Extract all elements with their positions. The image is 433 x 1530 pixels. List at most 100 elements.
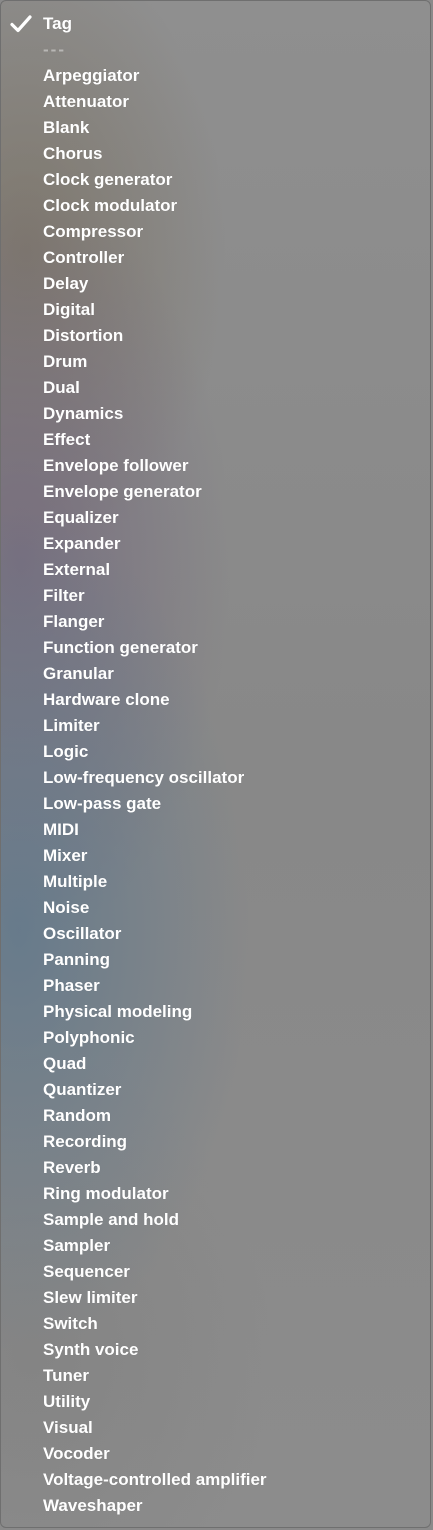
menu-item[interactable]: Utility — [1, 1389, 430, 1415]
menu-item-label: Compressor — [43, 222, 144, 241]
menu-item-label: Low-pass gate — [43, 794, 162, 813]
tag-dropdown-menu: Tag --- Arpeggiator Attenuator Blank Chorus… — [0, 0, 431, 1528]
menu-item[interactable]: Physical modeling — [1, 999, 430, 1025]
menu-item[interactable]: Dual — [1, 375, 430, 401]
menu-item[interactable]: Vocoder — [1, 1441, 430, 1467]
menu-item[interactable]: Synth voice — [1, 1337, 430, 1363]
menu-item-label: Switch — [43, 1314, 98, 1333]
menu-item-label: Arpeggiator — [43, 66, 140, 85]
menu-item-label: Noise — [43, 898, 90, 917]
menu-item-label: Controller — [43, 248, 125, 267]
menu-item-label: Dual — [43, 378, 80, 397]
menu-item[interactable]: Flanger — [1, 609, 430, 635]
menu-item[interactable]: Equalizer — [1, 505, 430, 531]
menu-item[interactable]: Noise — [1, 895, 430, 921]
menu-item-label: Function generator — [43, 638, 198, 657]
menu-item-label: Expander — [43, 534, 121, 553]
menu-item-label: Vocoder — [43, 1444, 110, 1463]
menu-item[interactable]: Quad — [1, 1051, 430, 1077]
menu-item-label: Oscillator — [43, 924, 122, 943]
menu-item[interactable]: Recording — [1, 1129, 430, 1155]
menu-item-label: Utility — [43, 1392, 91, 1411]
menu-item-label: Synth voice — [43, 1340, 139, 1359]
menu-item[interactable]: Slew limiter — [1, 1285, 430, 1311]
menu-item[interactable]: Granular — [1, 661, 430, 687]
menu-item-label: Flanger — [43, 612, 105, 631]
menu-item[interactable]: Sequencer — [1, 1259, 430, 1285]
menu-item[interactable]: External — [1, 557, 430, 583]
menu-item-label: Polyphonic — [43, 1028, 135, 1047]
menu-item[interactable]: Oscillator — [1, 921, 430, 947]
menu-item[interactable]: Panning — [1, 947, 430, 973]
menu-item[interactable]: Expander — [1, 531, 430, 557]
menu-item-label: Envelope generator — [43, 482, 202, 501]
menu-item[interactable]: Reverb — [1, 1155, 430, 1181]
menu-item[interactable]: Low-frequency oscillator — [1, 765, 430, 791]
menu-item-label: Delay — [43, 274, 89, 293]
menu-item-label: MIDI — [43, 820, 79, 839]
menu-item-label: Visual — [43, 1418, 93, 1437]
menu-item-label: Blank — [43, 118, 90, 137]
menu-item[interactable]: Switch — [1, 1311, 430, 1337]
menu-item-label: Reverb — [43, 1158, 101, 1177]
menu-item-label: Multiple — [43, 872, 108, 891]
menu-item[interactable]: Blank — [1, 115, 430, 141]
menu-item-label: Clock modulator — [43, 196, 178, 215]
menu-item[interactable]: Delay — [1, 271, 430, 297]
menu-item[interactable]: Hardware clone — [1, 687, 430, 713]
menu-item[interactable]: Visual — [1, 1415, 430, 1441]
menu-item[interactable]: Multiple — [1, 869, 430, 895]
menu-item[interactable]: Logic — [1, 739, 430, 765]
menu-item[interactable]: Limiter — [1, 713, 430, 739]
menu-item-label: Granular — [43, 664, 114, 683]
menu-item[interactable]: Digital — [1, 297, 430, 323]
menu-item[interactable]: Arpeggiator — [1, 63, 430, 89]
menu-item-label: Physical modeling — [43, 1002, 193, 1021]
menu-item[interactable]: MIDI — [1, 817, 430, 843]
menu-item[interactable]: Mixer — [1, 843, 430, 869]
menu-item[interactable]: Attenuator — [1, 89, 430, 115]
menu-item[interactable]: Dynamics — [1, 401, 430, 427]
menu-item[interactable]: Clock generator — [1, 167, 430, 193]
menu-item-label: Sample and hold — [43, 1210, 180, 1229]
menu-item[interactable]: Ring modulator — [1, 1181, 430, 1207]
menu-item[interactable]: Distortion — [1, 323, 430, 349]
menu-item[interactable]: Compressor — [1, 219, 430, 245]
menu-item-label: Sampler — [43, 1236, 111, 1255]
menu-item[interactable]: Filter — [1, 583, 430, 609]
menu-item-label: Clock generator — [43, 170, 173, 189]
menu-item-label: Ring modulator — [43, 1184, 169, 1203]
menu-item[interactable]: Chorus — [1, 141, 430, 167]
menu-item-label: Recording — [43, 1132, 128, 1151]
menu-item[interactable]: Function generator — [1, 635, 430, 661]
menu-item[interactable]: Envelope follower — [1, 453, 430, 479]
menu-item[interactable]: Phaser — [1, 973, 430, 999]
menu-list: Tag --- Arpeggiator Attenuator Blank Chorus… — [1, 11, 430, 1519]
menu-item[interactable]: Effect — [1, 427, 430, 453]
menu-item[interactable]: Low-pass gate — [1, 791, 430, 817]
menu-item[interactable]: Polyphonic — [1, 1025, 430, 1051]
menu-item[interactable]: Drum — [1, 349, 430, 375]
checkmark-icon — [10, 15, 32, 33]
menu-item-label: Equalizer — [43, 508, 119, 527]
menu-item-label: Quad — [43, 1054, 87, 1073]
menu-item[interactable]: Envelope generator — [1, 479, 430, 505]
menu-item-label: Chorus — [43, 144, 103, 163]
menu-item-label: Quantizer — [43, 1080, 122, 1099]
menu-item-label: Slew limiter — [43, 1288, 138, 1307]
menu-item[interactable]: Sample and hold — [1, 1207, 430, 1233]
menu-item-label: Digital — [43, 300, 95, 319]
menu-item-label: Mixer — [43, 846, 88, 865]
menu-item-label: Drum — [43, 352, 88, 371]
menu-item-label: Distortion — [43, 326, 124, 345]
menu-item[interactable]: Clock modulator — [1, 193, 430, 219]
menu-item[interactable]: Tuner — [1, 1363, 430, 1389]
menu-item-tag-selected[interactable]: Tag — [1, 11, 430, 37]
menu-item[interactable]: Voltage-controlled amplifier — [1, 1467, 430, 1493]
menu-item[interactable]: Waveshaper — [1, 1493, 430, 1519]
menu-item[interactable]: Sampler — [1, 1233, 430, 1259]
menu-item-label: Low-frequency oscillator — [43, 768, 245, 787]
menu-item[interactable]: Quantizer — [1, 1077, 430, 1103]
menu-item[interactable]: Random — [1, 1103, 430, 1129]
menu-item[interactable]: Controller — [1, 245, 430, 271]
